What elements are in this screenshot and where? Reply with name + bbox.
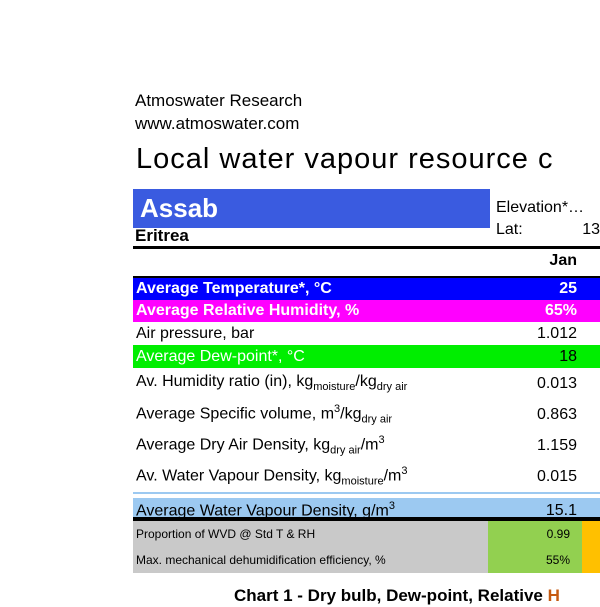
footer-row: Max. mechanical dehumidification efficie… [133,547,600,573]
latitude-value: 13 [582,221,600,239]
row-label: Average Specific volume, m3/kgdry air [133,403,537,426]
row-label: Air pressure, bar [133,325,537,343]
row-label: Average Relative Humidity, % [133,302,545,320]
chart-caption: Chart 1 - Dry bulb, Dew-point, Relative … [234,586,560,606]
row-label: Average Dew-point*, °C [133,348,559,366]
row-value: 25 [559,280,600,298]
table-row: Av. Humidity ratio (in), kgmoisture/kgdr… [133,368,600,399]
table-row: Average Specific volume, m3/kgdry air0.8… [133,399,600,430]
row-value: 1.012 [537,325,600,343]
table-row: Average Dew-point*, °C18 [133,345,600,368]
row-value: 65% [545,302,600,320]
row-value: 1.159 [537,437,600,455]
row-value: 18 [559,348,600,366]
city-banner: Assab [133,189,490,228]
divider-top [133,246,600,249]
footer-row-value: 55% [488,547,582,573]
month-column-header: Jan [488,252,577,270]
footer-table: Proportion of WVD @ Std T & RH0.99Max. m… [133,521,600,573]
footer-row-next-month-cell [582,521,600,547]
row-value: 0.863 [537,406,600,424]
table-row: Av. Water Vapour Density, kgmoisture/m30… [133,461,600,492]
row-label: Av. Humidity ratio (in), kgmoisture/kgdr… [133,373,537,393]
page-title: Local water vapour resource c [136,143,553,176]
table-row: Average Dry Air Density, kgdry air/m31.1… [133,430,600,461]
footer-row-next-month-cell [582,547,600,573]
row-value: 0.015 [537,468,600,486]
table-row: Air pressure, bar1.012 [133,322,600,345]
city-name: Assab [133,189,490,227]
org-name: Atmoswater Research [135,91,302,111]
elevation-label: Elevation*… [496,199,584,217]
latitude-row: Lat: 13 [496,221,600,239]
row-label: Average Dry Air Density, kgdry air/m3 [133,434,537,457]
table-row: Average Temperature*, °C25 [133,278,600,300]
datasheet-page: Atmoswater Research www.atmoswater.com L… [0,0,600,607]
row-label: Av. Water Vapour Density, kgmoisture/m3 [133,465,537,488]
country-label: Eritrea [135,226,189,246]
data-table: Average Temperature*, °C25Average Relati… [133,278,600,523]
org-url-link[interactable]: www.atmoswater.com [135,114,299,134]
footer-row-value: 0.99 [488,521,582,547]
latitude-label: Lat: [496,221,523,239]
footer-row: Proportion of WVD @ Std T & RH0.99 [133,521,600,547]
row-value: 0.013 [537,375,600,393]
footer-row-label: Proportion of WVD @ Std T & RH [133,521,488,547]
table-row: Average Relative Humidity, %65% [133,300,600,322]
footer-row-label: Max. mechanical dehumidification efficie… [133,547,488,573]
row-label: Average Temperature*, °C [133,280,559,298]
